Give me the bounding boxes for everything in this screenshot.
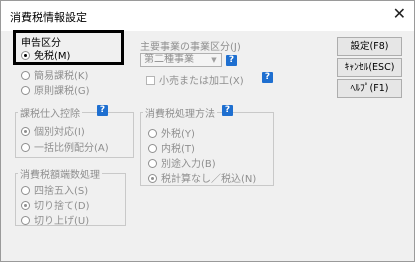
retail-checkbox-label: 小売または加工(X) [159, 76, 244, 87]
help-icon[interactable]: ? [97, 105, 108, 116]
close-icon[interactable]: ✕ [393, 6, 406, 22]
tax-method-option-separate[interactable]: 別途入力(B) [148, 155, 216, 170]
title-bar: 消費税情報設定 ✕ [1, 1, 414, 31]
option-label: 個別対応(I) [34, 127, 85, 138]
chevron-down-icon[interactable]: ▼ [208, 55, 220, 65]
option-label: 簡易課税(K) [34, 71, 89, 82]
purchase-deduction-label: 課税仕入控除 [18, 105, 82, 120]
tax-method-label: 消費税処理方法 [143, 105, 217, 120]
help-icon[interactable]: ? [226, 55, 237, 66]
option-label: 切り捨て(D) [34, 201, 90, 212]
radio-round[interactable] [21, 186, 30, 195]
option-label: 一括比例配分(A) [34, 143, 109, 154]
tax-method-option-none[interactable]: 税計算なし／税込(N) [148, 170, 256, 185]
rounding-option-floor[interactable]: 切り捨て(D) [21, 197, 90, 212]
window-title: 消費税情報設定 [10, 11, 87, 24]
radio-floor[interactable] [21, 201, 30, 210]
business-type-value: 第二種事業 [144, 54, 194, 65]
radio-simplified[interactable] [21, 71, 30, 80]
tax-method-option-inclusive[interactable]: 内税(T) [148, 140, 195, 155]
settings-button[interactable]: 設定(F8) [337, 37, 402, 56]
option-label: 税計算なし／税込(N) [161, 174, 257, 185]
radio-separate[interactable] [148, 159, 157, 168]
business-type-select[interactable]: 第二種事業 ▼ [140, 53, 222, 67]
radio-proportional[interactable] [21, 143, 30, 152]
radio-inclusive[interactable] [148, 144, 157, 153]
retail-checkbox[interactable] [146, 76, 155, 85]
rounding-label: 消費税額端数処理 [18, 166, 102, 181]
tax-category-option-simplified[interactable]: 簡易課税(K) [21, 67, 88, 82]
cancel-button[interactable]: ｷｬﾝｾﾙ(ESC) [337, 58, 402, 77]
radio-none[interactable] [148, 174, 157, 183]
option-label: 外税(Y) [161, 129, 195, 140]
radio-exclusive[interactable] [148, 129, 157, 138]
help-icon[interactable]: ? [262, 72, 273, 83]
option-label: 原則課税(G) [34, 86, 90, 97]
tax-method-option-exclusive[interactable]: 外税(Y) [148, 125, 195, 140]
option-label: 内税(T) [161, 144, 195, 155]
radio-principle[interactable] [21, 86, 30, 95]
radio-individual[interactable] [21, 127, 30, 136]
help-icon[interactable]: ? [222, 105, 233, 116]
radio-ceil[interactable] [21, 216, 30, 225]
highlight-box [13, 30, 124, 65]
main-business-label: 主要事業の事業区分(J) [140, 42, 241, 53]
dialog-window: 消費税情報設定 ✕ 申告区分 免税(M) 簡易課税(K) 原則課税(G) 主要事… [0, 0, 415, 262]
rounding-option-round[interactable]: 四捨五入(S) [21, 182, 88, 197]
deduction-option-individual[interactable]: 個別対応(I) [21, 123, 85, 138]
rounding-option-ceil[interactable]: 切り上げ(U) [21, 212, 89, 227]
tax-category-option-principle[interactable]: 原則課税(G) [21, 82, 90, 97]
help-button[interactable]: ﾍﾙﾌﾟ(F1) [337, 79, 402, 98]
option-label: 別途入力(B) [161, 159, 216, 170]
option-label: 切り上げ(U) [34, 216, 90, 227]
deduction-option-proportional[interactable]: 一括比例配分(A) [21, 139, 109, 154]
retail-checkbox-row[interactable]: 小売または加工(X) [146, 72, 244, 87]
option-label: 四捨五入(S) [34, 186, 89, 197]
